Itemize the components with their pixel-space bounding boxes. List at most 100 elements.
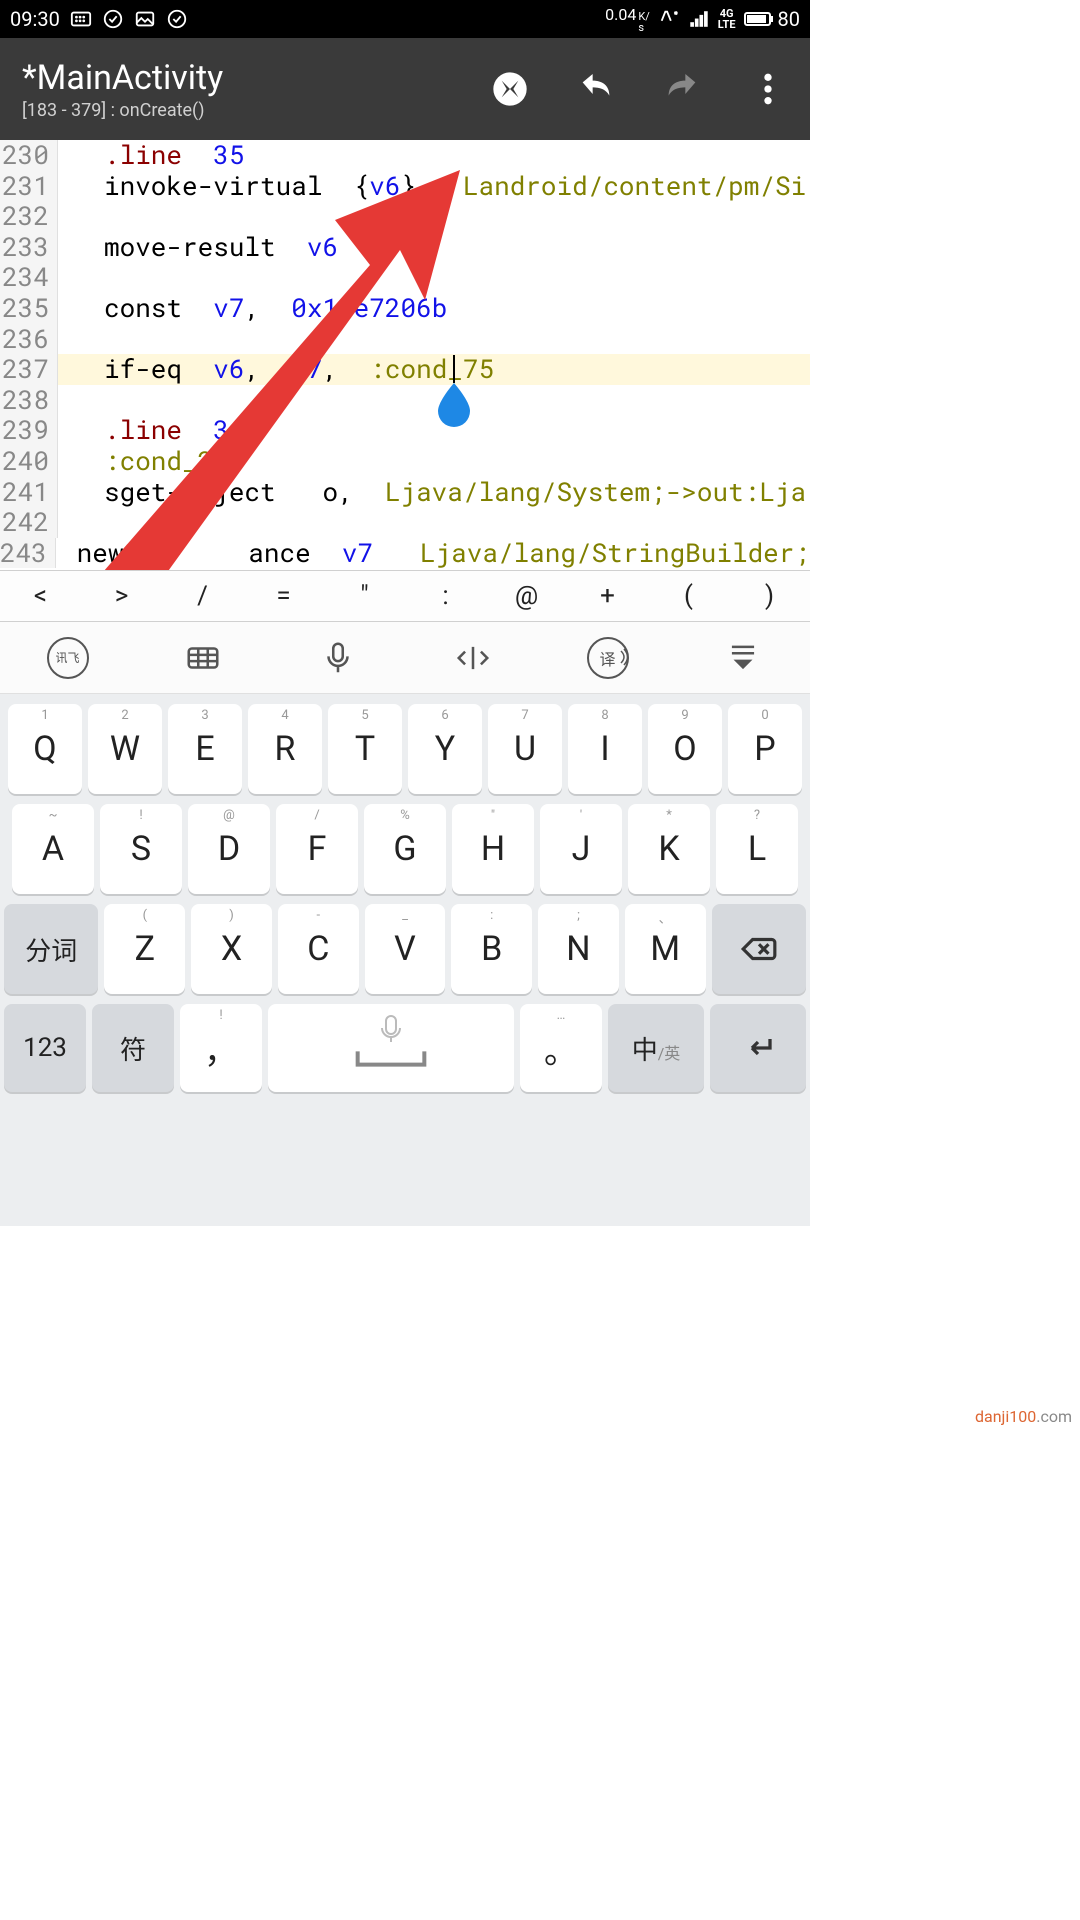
key-d[interactable]: @D [188, 804, 270, 894]
key-x[interactable]: )X [191, 904, 272, 994]
key-v[interactable]: _V [365, 904, 446, 994]
key-c[interactable]: -C [278, 904, 359, 994]
key-a[interactable]: ~A [12, 804, 94, 894]
lte-indicator: 4G LTE [718, 8, 736, 30]
key-h[interactable]: "H [452, 804, 534, 894]
overflow-menu-button[interactable] [748, 69, 788, 109]
soft-keyboard: 1Q2W3E4R5T6Y7U8I9O0P ~A!S@D/F%G"H'J*K?L … [0, 694, 810, 1226]
key-i[interactable]: 8I [568, 704, 642, 794]
key-enter[interactable] [710, 1004, 806, 1092]
key-z[interactable]: (Z [104, 904, 185, 994]
key-f[interactable]: /F [276, 804, 358, 894]
keyboard-status-icon [70, 8, 92, 30]
symbol-key[interactable]: ( [648, 581, 729, 611]
symbol-key[interactable]: " [324, 581, 405, 611]
line-number: 238 [0, 385, 58, 416]
app-actions [490, 69, 810, 109]
code-line[interactable]: 232 [0, 201, 810, 232]
key-p[interactable]: 0P [728, 704, 802, 794]
code-line[interactable]: 240:cond_2c [0, 446, 810, 477]
symbol-shortcut-row: <>/=":@+() [0, 570, 810, 622]
ime-cursor-move-button[interactable] [443, 634, 503, 682]
symbol-key[interactable]: / [162, 581, 243, 611]
symbol-key[interactable]: + [567, 581, 648, 611]
key-language-switch[interactable]: 中/英 [608, 1004, 704, 1092]
file-subtitle: [183 - 379] : onCreate() [22, 100, 223, 121]
symbol-key[interactable]: : [405, 581, 486, 611]
key-r[interactable]: 4R [248, 704, 322, 794]
key-s[interactable]: !S [100, 804, 182, 894]
code-line[interactable]: 233move-result v6 [0, 232, 810, 263]
symbol-key[interactable]: > [81, 581, 162, 611]
line-number: 230 [0, 140, 58, 171]
key-e[interactable]: 3E [168, 704, 242, 794]
ime-keyboard-switch-button[interactable] [173, 634, 233, 682]
check-circle-icon-2 [166, 8, 188, 30]
key-symbols[interactable]: 符 [92, 1004, 174, 1092]
cursor-handle[interactable] [436, 383, 472, 427]
code-editor[interactable]: 230.line 35231invoke-virtual {v6}, Landr… [0, 140, 810, 570]
status-bar: 09:30 0.04 K/ s 4G LTE 80 [0, 0, 810, 38]
line-number: 240 [0, 446, 58, 477]
key-backspace[interactable] [712, 904, 807, 994]
picture-status-icon [134, 8, 156, 30]
key-y[interactable]: 6Y [408, 704, 482, 794]
redo-button[interactable] [662, 69, 702, 109]
code-line[interactable]: 238 [0, 385, 810, 416]
key-b[interactable]: :B [451, 904, 532, 994]
code-line[interactable]: 237if-eq v6, v7, :cond_75 [0, 354, 810, 385]
ime-collapse-button[interactable] [713, 634, 773, 682]
key-space[interactable] [268, 1004, 514, 1092]
ime-toolbar: 讯飞 译 [0, 622, 810, 694]
line-number: 232 [0, 201, 58, 232]
status-time: 09:30 [10, 7, 60, 31]
key-w[interactable]: 2W [88, 704, 162, 794]
symbol-key[interactable]: ) [729, 581, 810, 611]
line-number: 241 [0, 477, 58, 508]
key-m[interactable]: 、M [625, 904, 706, 994]
code-line[interactable]: 241sget-object o, Ljava/lang/System;->ou… [0, 477, 810, 508]
key-period[interactable]: …。 [520, 1004, 602, 1092]
code-line[interactable]: 231invoke-virtual {v6}, Landroid/content… [0, 171, 810, 202]
signal-icon [688, 8, 710, 30]
code-line[interactable]: 239.line 36 [0, 415, 810, 446]
app-bar: *MainActivity [183 - 379] : onCreate() [0, 38, 810, 140]
battery-indicator: 80 [744, 7, 800, 31]
key-comma[interactable]: !， [180, 1004, 262, 1092]
navigate-button[interactable] [490, 69, 530, 109]
key-numbers[interactable]: 123 [4, 1004, 86, 1092]
symbol-key[interactable]: = [243, 581, 324, 611]
key-n[interactable]: ;N [538, 904, 619, 994]
key-t[interactable]: 5T [328, 704, 402, 794]
key-k[interactable]: *K [628, 804, 710, 894]
ime-translate-button[interactable]: 译 [578, 634, 638, 682]
code-line[interactable]: 236 [0, 324, 810, 355]
code-line[interactable]: 234 [0, 262, 810, 293]
code-line[interactable]: 243new-in ance v7 Ljava/lang/StringBuild… [0, 538, 810, 569]
code-line[interactable]: 235const v7, 0x1fe7206b [0, 293, 810, 324]
text-caret [453, 355, 455, 383]
code-line[interactable]: 230.line 35 [0, 140, 810, 171]
ime-voice-button[interactable] [308, 634, 368, 682]
line-number: 236 [0, 324, 58, 355]
key-g[interactable]: %G [364, 804, 446, 894]
ime-brand-button[interactable]: 讯飞 [38, 634, 98, 682]
key-o[interactable]: 9O [648, 704, 722, 794]
status-right: 0.04 K/ s 4G LTE 80 [605, 5, 800, 33]
key-u[interactable]: 7U [488, 704, 562, 794]
symbol-key[interactable]: @ [486, 581, 567, 611]
line-number: 235 [0, 293, 58, 324]
net-speed-unit: K/ s [638, 11, 649, 33]
line-number: 242 [0, 507, 58, 538]
undo-button[interactable] [576, 69, 616, 109]
symbol-key[interactable]: < [0, 581, 81, 611]
key-j[interactable]: 'J [540, 804, 622, 894]
file-title: *MainActivity [22, 58, 223, 98]
key-q[interactable]: 1Q [8, 704, 82, 794]
code-line[interactable]: 242 [0, 507, 810, 538]
keyboard-row-2: ~A!S@D/F%G"H'J*K?L [4, 804, 806, 894]
keyboard-row-1: 1Q2W3E4R5T6Y7U8I9O0P [4, 704, 806, 794]
keyboard-row-3: 分词(Z)X-C_V:B;N、M [4, 904, 806, 994]
key-segment[interactable]: 分词 [4, 904, 99, 994]
key-l[interactable]: ?L [716, 804, 798, 894]
